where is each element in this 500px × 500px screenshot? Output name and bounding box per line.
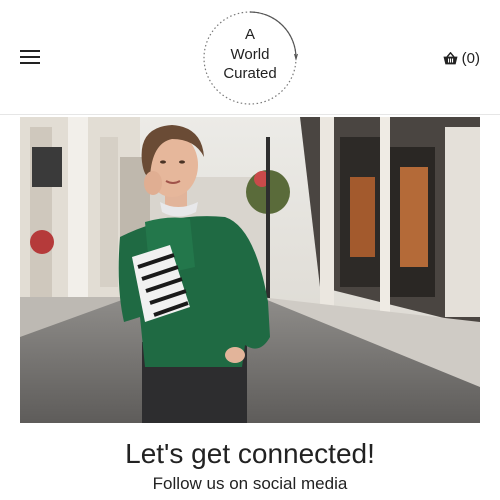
shopping-basket-icon [443, 51, 458, 64]
site-logo[interactable]: A World Curated [201, 9, 299, 107]
logo-line-1: A [244, 26, 255, 43]
connect-heading: Let's get connected! [125, 438, 375, 469]
page: A World Curated (0) Let's get connected!… [0, 0, 500, 500]
hamburger-menu-icon[interactable] [20, 49, 40, 65]
logo-text: A World Curated [201, 25, 299, 84]
cart-count: (0) [461, 49, 480, 67]
logo-line-2: World [230, 45, 270, 63]
site-header: A World Curated (0) [0, 0, 500, 115]
logo-line-3: Curated [223, 65, 277, 82]
connect-subheading: Follow us on social media [152, 474, 348, 493]
hero-image [20, 117, 480, 423]
cart-button[interactable]: (0) [443, 49, 480, 67]
